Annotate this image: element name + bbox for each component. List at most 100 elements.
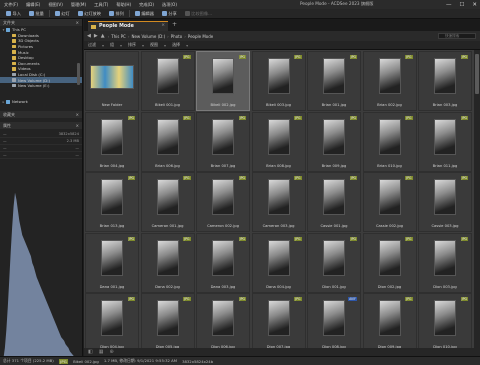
thumbnail-item[interactable]: JPG Bikeli 001.jpg — [140, 51, 195, 111]
photo-thumbnail — [323, 118, 345, 155]
menu-item[interactable]: 工具(T) — [90, 2, 112, 8]
thumbnail-item[interactable]: JPG Dana 002.jpg — [140, 232, 195, 293]
folder-preview-icon — [90, 65, 134, 89]
toolbar-button[interactable]: 编辑器 — [132, 10, 157, 18]
thumbnail-item[interactable]: JPG Dana 004.jpg — [251, 232, 306, 293]
thumbnail-item[interactable]: JPG Cameron 003.jpg — [251, 172, 306, 232]
photo-thumbnail — [434, 239, 456, 276]
forward-arrow-icon[interactable]: ▶ — [94, 33, 98, 39]
menu-item[interactable]: 文件(F) — [0, 2, 22, 8]
toolbar-button[interactable]: 幻灯放映 — [75, 10, 104, 18]
tab-close-icon[interactable]: × — [161, 23, 165, 28]
toolbar-button[interactable]: 排列 — [106, 10, 127, 18]
thumbnail-item[interactable]: JPG Brian 004.jpg — [85, 111, 139, 172]
thumbnail-item[interactable]: JPG Brian 011.jpg — [418, 111, 472, 172]
breadcrumb-item[interactable]: This PC — [111, 34, 126, 39]
menu-item[interactable]: 选项(O) — [158, 2, 181, 8]
up-arrow-icon[interactable]: ▲ — [101, 33, 105, 39]
properties-panel-header[interactable]: 属性 × — [0, 122, 82, 129]
favorites-panel-header[interactable]: 收藏夹 × — [0, 111, 82, 118]
thumbnail-item[interactable]: JPG Brian 003.jpg — [418, 51, 472, 111]
toolbar-button[interactable]: 分享 — [159, 10, 180, 18]
scrollbar-thumb[interactable] — [475, 54, 479, 94]
filter-menu[interactable]: 视图 — [150, 42, 158, 48]
list-view-icon[interactable]: ◧ — [88, 349, 93, 355]
folder-tree-label: This PC — [12, 27, 26, 33]
folders-panel-header: 文件夹 × — [0, 19, 82, 26]
toolbar-button[interactable]: 批量 — [26, 10, 47, 18]
filter-menu[interactable]: 排序 — [128, 42, 136, 48]
back-arrow-icon[interactable]: ◀ — [87, 33, 91, 39]
panel-close-icon[interactable]: × — [76, 112, 79, 117]
toolbar-button-icon — [184, 11, 190, 16]
thumbnail-item[interactable]: JPG Dion 005.jpg — [140, 293, 195, 353]
thumbnail-item[interactable]: JPG Cameron 002.jpg — [196, 172, 250, 232]
thumbnail-item[interactable]: JPG Cassie 003.jpg — [418, 172, 472, 232]
panel-close-icon[interactable]: × — [76, 20, 79, 25]
network-row[interactable]: ▸ Network — [0, 99, 82, 105]
thumbnail-item[interactable]: JPG Cassie 002.jpg — [362, 172, 417, 232]
menu-item[interactable]: 帮助(H) — [112, 2, 135, 8]
thumbnail-item[interactable]: JPG Dion 001.jpg — [307, 232, 361, 293]
thumbnail-item[interactable]: JPG Dion 004.jpg — [85, 293, 139, 353]
tab-people-mode[interactable]: People Mode × — [88, 21, 168, 31]
breadcrumb-item[interactable]: Photo — [171, 34, 182, 39]
breadcrumb-item[interactable]: New Volume (D:) — [131, 34, 165, 39]
toolbar-button[interactable]: 幻灯 — [52, 10, 73, 18]
filter-menu[interactable]: 组 — [110, 42, 114, 48]
thumbnail-item[interactable]: JPG Brian 009.jpg — [307, 111, 361, 172]
toolbar-button[interactable]: 导入 — [3, 10, 24, 18]
close-button[interactable]: ✕ — [472, 2, 477, 8]
add-tab-button[interactable]: + — [172, 21, 177, 28]
thumbnail-item[interactable]: JPG Brian 007.jpg — [196, 111, 250, 172]
folder-tree-label: Downloads — [18, 32, 39, 38]
thumbnail-item[interactable]: JPG Dana 003.jpg — [196, 232, 250, 293]
thumbnail-item[interactable]: JPG Cameron 001.jpg — [140, 172, 195, 232]
filter-menu[interactable]: 选择 — [172, 42, 180, 48]
thumbnail-item[interactable]: JPG Dion 006.jpg — [196, 293, 250, 353]
expand-arrow-icon[interactable]: ▸ — [2, 100, 5, 104]
thumbnail-item[interactable]: New Folder — [85, 51, 139, 111]
toolbar-button-icon — [134, 11, 140, 16]
minimize-button[interactable]: — — [446, 2, 452, 8]
thumbnail-item[interactable]: JPG Brian 008.jpg — [251, 111, 306, 172]
thumbnail-item[interactable]: JPG Brian 013.jpg — [85, 172, 139, 232]
thumbnail-item[interactable]: JPG Bikeli 003.jpg — [251, 51, 306, 111]
toolbar-button[interactable]: 比较图像... — [182, 10, 215, 18]
menu-item[interactable]: 编辑(E) — [22, 2, 44, 8]
folder-tree-scrollbar[interactable] — [77, 63, 80, 85]
thumbnail-item[interactable]: JPG Dion 007.jpg — [251, 293, 306, 353]
thumbnail-item[interactable]: JPG Brian 002.jpg — [362, 51, 417, 111]
thumbnail-item[interactable]: JPG Brian 001.jpg — [307, 51, 361, 111]
file-type-badge: JPG — [294, 236, 302, 241]
folder-tree-item[interactable]: New Volume (E:) — [0, 83, 82, 89]
menu-item[interactable]: 视图(V) — [44, 2, 67, 8]
grid-scrollbar[interactable] — [474, 50, 480, 348]
quick-search-input[interactable]: 快速搜索 — [438, 33, 476, 39]
panel-close-icon[interactable]: × — [76, 123, 79, 128]
toolbar-button-icon — [77, 11, 83, 16]
thumbnail-item[interactable]: JPG Cassie 001.jpg — [307, 172, 361, 232]
thumbnail-item[interactable]: JPG Dion 002.jpg — [362, 232, 417, 293]
grid-view-icon[interactable]: ▦ — [99, 349, 104, 355]
maximize-button[interactable]: ☐ — [459, 2, 464, 8]
histogram-chart — [2, 192, 80, 365]
breadcrumb-item[interactable]: People Mode — [188, 34, 213, 39]
file-type-badge: JPG — [405, 297, 413, 301]
thumbnail-item[interactable]: JPG Dion 009.jpg — [362, 293, 417, 353]
thumbnail-item[interactable]: JPG Dana 001.jpg — [85, 232, 139, 293]
expand-arrow-icon[interactable]: ▾ — [2, 28, 5, 32]
thumbnail-item[interactable]: AVIF Dion 008.jpg — [307, 293, 361, 353]
zoom-icon[interactable]: ⊕ — [109, 349, 113, 355]
thumbnail-item[interactable]: JPG Brian 010.jpg — [362, 111, 417, 172]
menu-item[interactable]: 管理(M) — [67, 2, 90, 8]
tab-title: People Mode — [99, 24, 134, 29]
toolbar-button-icon — [28, 11, 34, 16]
thumbnail-item[interactable]: JPG Dion 003.jpg — [418, 232, 472, 293]
thumbnail-item[interactable]: JPG Brian 006.jpg — [140, 111, 195, 172]
thumbnail-item[interactable]: JPG Dion 010.jpg — [418, 293, 472, 353]
menu-item[interactable]: 完成(D) — [135, 2, 158, 8]
thumbnail-item[interactable]: JPG Bikeli 002.jpg — [196, 51, 250, 111]
filter-menu[interactable]: 过滤 — [88, 42, 96, 48]
folder-tree-label: New Volume (D:) — [18, 77, 50, 83]
